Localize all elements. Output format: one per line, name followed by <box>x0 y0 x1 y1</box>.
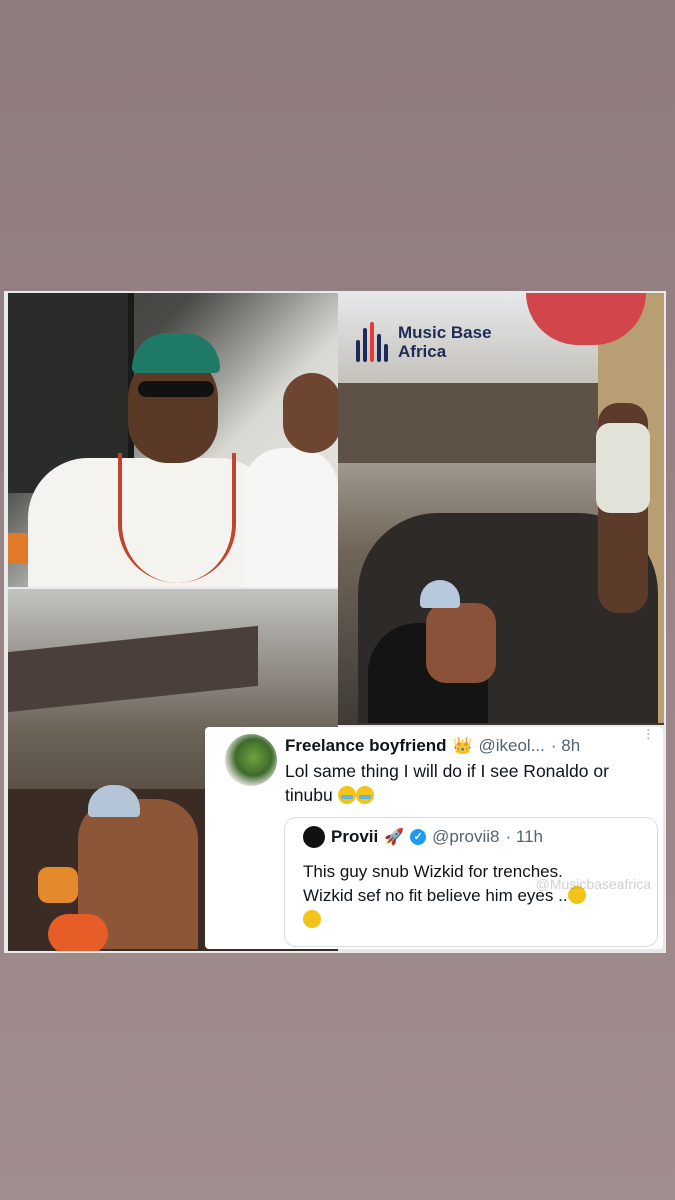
quoted-tweet[interactable]: Provii 🚀 ✓ @provii8 · 11h This guy snub … <box>284 817 658 947</box>
quoted-tweet-header: Provii 🚀 ✓ @provii8 · 11h <box>303 826 543 848</box>
green-cap-shape <box>132 333 220 373</box>
tall-man-shirt-shape <box>596 423 650 513</box>
tweet-header: Freelance boyfriend 👑 @ikeol... · 8h <box>285 735 653 757</box>
bystander-shape <box>38 867 78 903</box>
crying-emoji-icon <box>337 786 356 804</box>
van-stripe-shape <box>8 533 28 563</box>
tweet-text: Lol same thing I will do if I see Ronald… <box>285 759 649 807</box>
crown-icon: 👑 <box>452 738 473 755</box>
boy-robe-shape <box>243 448 338 587</box>
photo-wizkid-portrait <box>8 293 338 587</box>
rocket-icon: 🚀 <box>384 829 405 846</box>
coral-beads-shape <box>118 453 236 583</box>
quoted-author-handle[interactable]: @provii8 <box>432 827 499 847</box>
tweet-time[interactable]: · 8h <box>551 736 580 756</box>
music-base-africa-logo: Music Base Africa <box>356 322 492 362</box>
watermark: @Musicbaseafrica <box>535 876 651 892</box>
logo-line-2: Africa <box>398 342 447 361</box>
more-options-icon[interactable]: ··· <box>639 727 657 740</box>
tweet-text-line-2: tinubu <box>285 785 333 805</box>
laughing-emoji-icon <box>303 910 321 928</box>
logo-line-1: Music Base <box>398 323 492 342</box>
quoted-avatar[interactable] <box>303 826 325 848</box>
verified-badge-icon: ✓ <box>410 829 427 845</box>
author-name[interactable]: Freelance boyfriend <box>285 736 447 756</box>
avatar[interactable] <box>225 734 277 786</box>
quoted-text-line-2: Wizkid sef no fit believe him eyes .. <box>303 886 568 905</box>
quoted-tweet-time[interactable]: · 11h <box>506 827 544 847</box>
crying-emoji-icon <box>355 786 374 804</box>
soundwave-icon <box>356 322 388 362</box>
author-handle[interactable]: @ikeol... <box>478 736 544 756</box>
tweet-text-line-1: Lol same thing I will do if I see Ronald… <box>285 761 609 781</box>
shirtless-man-shape <box>426 603 496 683</box>
red-basin-shape <box>48 914 108 951</box>
sunglasses-shape <box>138 381 214 397</box>
alley-roof-shape <box>8 625 258 713</box>
quoted-tweet-text: This guy snub Wizkid for trenches. Wizki… <box>303 860 643 932</box>
tweet-card[interactable]: Freelance boyfriend 👑 @ikeol... · 8h ···… <box>205 727 663 949</box>
boy-head-shape <box>283 373 338 453</box>
quoted-author-name[interactable]: Provii <box>331 827 378 847</box>
